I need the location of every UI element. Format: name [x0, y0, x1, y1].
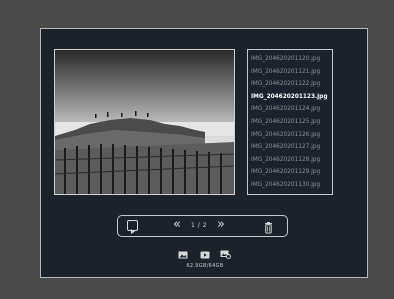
playback-controls: « 1 / 2 »	[117, 215, 288, 237]
file-list[interactable]: IMG_204620201120.jpg IMG_204620201121.jpg…	[247, 49, 333, 195]
file-list-item[interactable]: IMG_204620201130.jpg	[248, 179, 332, 192]
trash-icon	[265, 222, 272, 234]
file-list-item[interactable]: IMG_204620201126.jpg	[248, 129, 332, 142]
file-list-item[interactable]: IMG_204620201127.jpg	[248, 141, 332, 154]
photo-mode-button[interactable]	[178, 244, 188, 259]
delete-button[interactable]	[264, 219, 273, 238]
photo-preview[interactable]	[54, 49, 235, 195]
file-list-item[interactable]: IMG_204620201121.jpg	[248, 66, 332, 79]
video-mode-button[interactable]	[200, 244, 210, 259]
image-settings-icon	[220, 250, 231, 259]
gallery-panel: IMG_204620201120.jpg IMG_204620201121.jpg…	[40, 28, 368, 278]
storage-indicator: 62.9GB/64GB	[186, 263, 224, 269]
play-icon	[131, 229, 135, 234]
file-list-item[interactable]: IMG_204620201123.jpg	[248, 91, 332, 104]
play-button[interactable]	[127, 220, 138, 234]
mode-icons	[178, 244, 234, 259]
file-list-item[interactable]: IMG_204620201124.jpg	[248, 103, 332, 116]
file-list-item[interactable]: IMG_204620201120.jpg	[248, 53, 332, 66]
image-settings-button[interactable]	[220, 244, 231, 259]
previous-page-button[interactable]: «	[173, 217, 181, 233]
file-list-item[interactable]: IMG_204620201129.jpg	[248, 166, 332, 179]
file-list-item[interactable]: IMG_204620201128.jpg	[248, 154, 332, 167]
next-page-button[interactable]: »	[217, 217, 225, 233]
photo-preview-image	[55, 50, 234, 194]
photo-icon	[178, 251, 188, 259]
file-list-item[interactable]: IMG_204620201122.jpg	[248, 78, 332, 91]
page-indicator: 1 / 2	[191, 222, 207, 229]
file-list-item[interactable]: IMG_204620201125.jpg	[248, 116, 332, 129]
video-icon	[200, 251, 210, 259]
